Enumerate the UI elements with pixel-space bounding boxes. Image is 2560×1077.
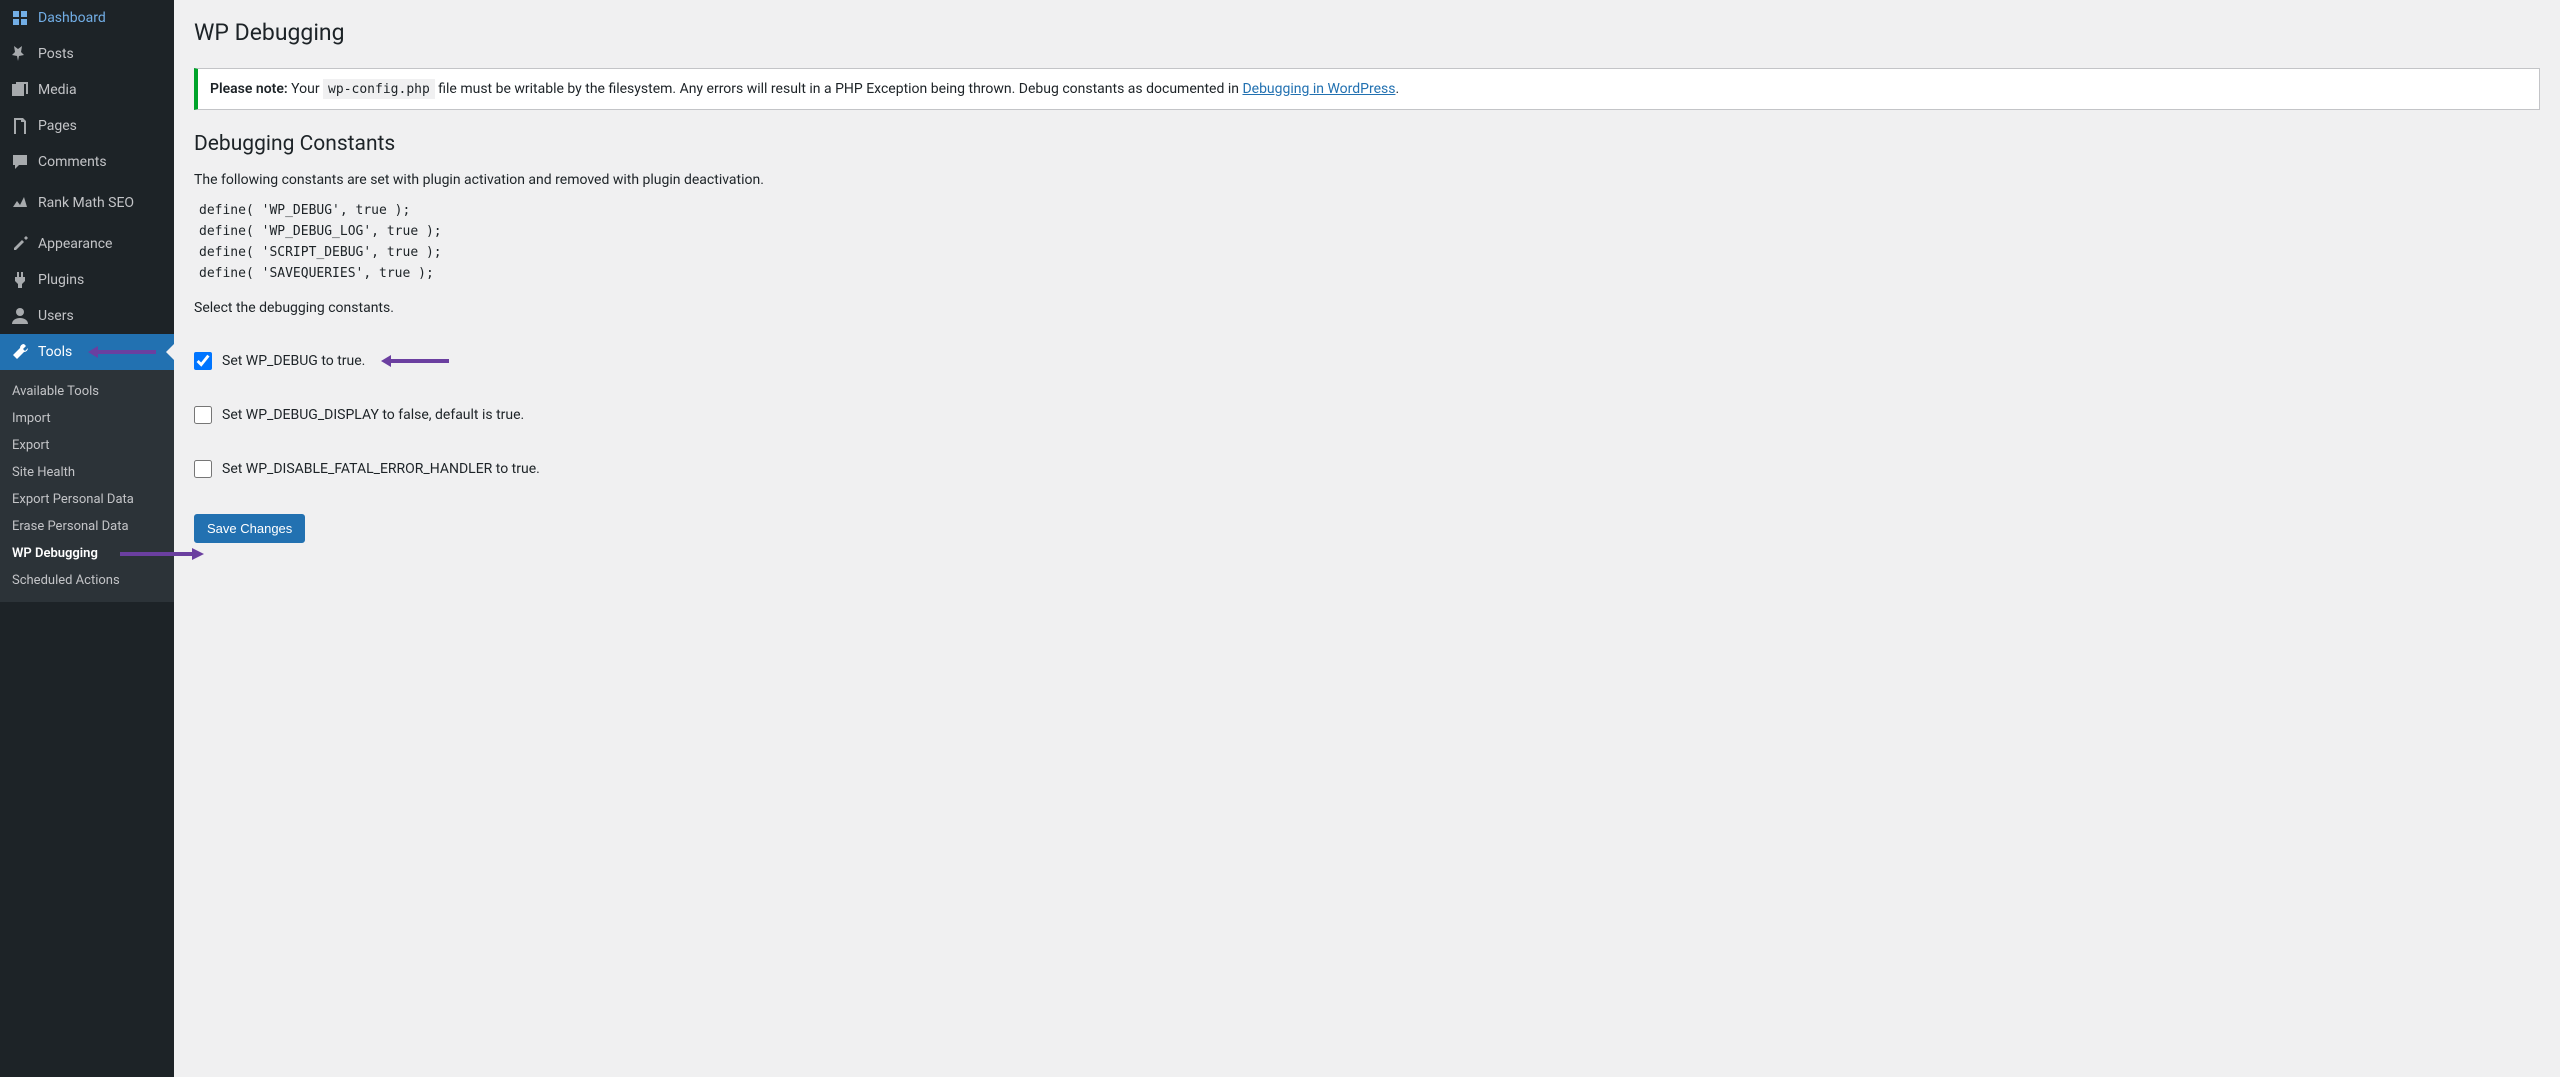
sidebar-item-dashboard[interactable]: Dashboard: [0, 0, 174, 36]
sidebar-item-label: Plugins: [38, 272, 84, 288]
option-row: Set WP_DEBUG_DISPLAY to false, default i…: [194, 406, 2540, 424]
sidebar-item-posts[interactable]: Posts: [0, 36, 174, 72]
constants-description: The following constants are set with plu…: [194, 172, 2540, 188]
save-changes-button[interactable]: Save Changes: [194, 514, 305, 543]
sidebar-item-label: Comments: [38, 154, 107, 170]
option-checkbox-1[interactable]: [194, 406, 212, 424]
notice-text-3: .: [1395, 81, 1399, 97]
notice-text-1: Your: [288, 81, 323, 97]
media-icon: [10, 80, 30, 100]
submenu-item-scheduled-actions[interactable]: Scheduled Actions: [0, 567, 174, 594]
submenu-item-erase-personal-data[interactable]: Erase Personal Data: [0, 513, 174, 540]
option-row: Set WP_DISABLE_FATAL_ERROR_HANDLER to tr…: [194, 460, 2540, 478]
sidebar-item-label: Tools: [38, 344, 72, 360]
sidebar-item-label: Posts: [38, 46, 74, 62]
sidebar-item-label: Dashboard: [38, 10, 106, 26]
submenu-item-export[interactable]: Export: [0, 432, 174, 459]
option-label: Set WP_DEBUG to true.: [222, 353, 365, 369]
option-checkbox-0[interactable]: [194, 352, 212, 370]
notice-text-2: file must be writable by the filesystem.…: [435, 81, 1243, 97]
define-line: define( 'WP_DEBUG_LOG', true );: [194, 221, 447, 241]
tools-submenu: Available ToolsImportExportSite HealthEx…: [0, 370, 174, 602]
option-checkbox-2[interactable]: [194, 460, 212, 478]
section-heading: Debugging Constants: [194, 132, 2540, 156]
submenu-item-import[interactable]: Import: [0, 405, 174, 432]
option-row: Set WP_DEBUG to true.: [194, 352, 2540, 370]
sidebar-item-label: Appearance: [38, 236, 112, 252]
notice-strong: Please note:: [210, 81, 288, 97]
page-title: WP Debugging: [194, 10, 2540, 50]
dashboard-icon: [10, 8, 30, 28]
comments-icon: [10, 152, 30, 172]
pages-icon: [10, 116, 30, 136]
users-icon: [10, 306, 30, 326]
sidebar-item-users[interactable]: Users: [0, 298, 174, 334]
arrow-indicator-icon: [379, 352, 451, 370]
sidebar-item-label: Users: [38, 308, 74, 324]
submenu-item-wp-debugging[interactable]: WP Debugging: [0, 540, 174, 567]
notice-box: Please note: Your wp-config.php file mus…: [194, 68, 2540, 110]
define-line: define( 'SAVEQUERIES', true );: [194, 263, 439, 283]
sidebar-item-tools[interactable]: Tools: [0, 334, 174, 370]
defines-block: define( 'WP_DEBUG', true );define( 'WP_D…: [194, 200, 2540, 284]
sidebar-item-media[interactable]: Media: [0, 72, 174, 108]
sidebar-item-label: Rank Math SEO: [38, 195, 134, 211]
submenu-item-export-personal-data[interactable]: Export Personal Data: [0, 486, 174, 513]
sidebar-item-plugins[interactable]: Plugins: [0, 262, 174, 298]
option-label: Set WP_DEBUG_DISPLAY to false, default i…: [222, 407, 524, 423]
submenu-item-site-health[interactable]: Site Health: [0, 459, 174, 486]
tools-icon: [10, 342, 30, 362]
define-line: define( 'WP_DEBUG', true );: [194, 200, 415, 220]
sidebar-item-label: Pages: [38, 118, 77, 134]
sidebar-item-pages[interactable]: Pages: [0, 108, 174, 144]
main-content: WP Debugging Please note: Your wp-config…: [174, 0, 2560, 1077]
notice-link[interactable]: Debugging in WordPress: [1242, 81, 1395, 97]
plugins-icon: [10, 270, 30, 290]
sidebar-item-appearance[interactable]: Appearance: [0, 226, 174, 262]
select-description: Select the debugging constants.: [194, 300, 2540, 316]
appearance-icon: [10, 234, 30, 254]
notice-code: wp-config.php: [323, 79, 435, 99]
define-line: define( 'SCRIPT_DEBUG', true );: [194, 242, 447, 262]
arrow-indicator-icon: [86, 343, 158, 361]
sidebar-item-label: Media: [38, 82, 77, 98]
submenu-item-available-tools[interactable]: Available Tools: [0, 378, 174, 405]
sidebar-item-comments[interactable]: Comments: [0, 144, 174, 180]
admin-sidebar: Dashboard Posts Media Pages Comments Rank Mat…: [0, 0, 174, 1077]
rankmath-icon: [10, 193, 30, 213]
option-label: Set WP_DISABLE_FATAL_ERROR_HANDLER to tr…: [222, 461, 540, 477]
sidebar-item-rank-math-seo[interactable]: Rank Math SEO: [0, 185, 174, 221]
pin-icon: [10, 44, 30, 64]
